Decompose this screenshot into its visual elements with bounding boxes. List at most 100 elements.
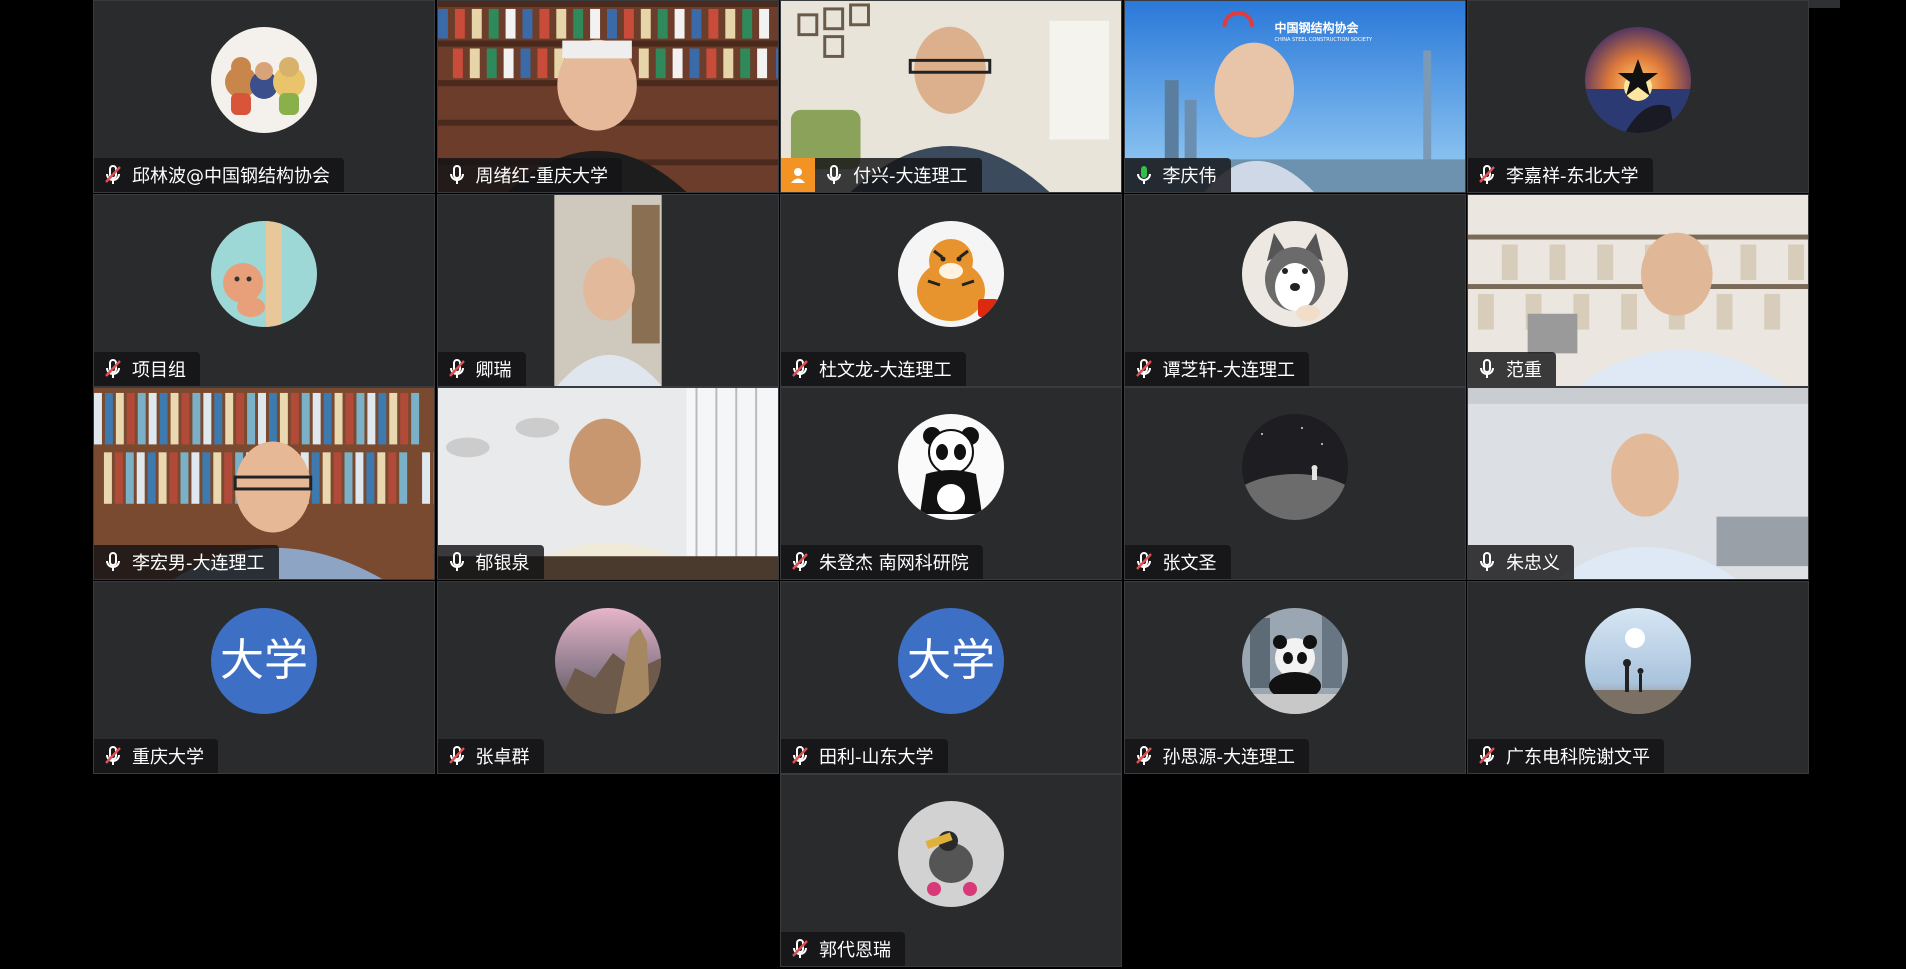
participant-tile[interactable]: 谭芝轩-大连理工 — [1123, 193, 1466, 387]
participant-nameplate: 广东电科院谢文平 — [1468, 738, 1664, 773]
participant-tile[interactable]: 项目组 — [93, 193, 435, 387]
participant-nameplate: 范重 — [1468, 351, 1556, 386]
mic-muted-icon — [102, 358, 124, 380]
banner-title: 中国钢结构协会 — [1274, 21, 1359, 35]
beach-avatar — [1585, 607, 1691, 714]
participant-name: 邱林波@中国钢结构协会 — [132, 166, 330, 187]
mic-muted-icon — [1133, 551, 1155, 573]
mic-muted-icon — [1476, 745, 1498, 767]
participant-name: 杜文龙-大连理工 — [819, 359, 952, 381]
participant-name: 朱登杰 南网科研院 — [819, 553, 969, 574]
participant-tile[interactable]: 大学重庆大学 — [93, 580, 435, 774]
participant-nameplate: 付兴-大连理工 — [815, 158, 982, 192]
participant-tile[interactable]: 杜文龙-大连理工 — [780, 193, 1122, 387]
participant-tile[interactable]: 朱忠义 — [1467, 387, 1809, 580]
moon-avatar — [1241, 414, 1348, 520]
mic-muted-icon — [789, 358, 811, 380]
participant-nameplate: 张文圣 — [1124, 545, 1231, 579]
participant-tile[interactable]: 周绪红-重庆大学 — [436, 0, 779, 193]
participant-name: 卿瑞 — [475, 359, 512, 381]
participant-nameplate: 李嘉祥-东北大学 — [1468, 158, 1653, 192]
participant-name: 田利-山东大学 — [819, 746, 934, 768]
scooter-avatar — [898, 801, 1004, 907]
participant-nameplate: 孙思源-大连理工 — [1124, 738, 1309, 773]
participant-grid: 邱林波@中国钢结构协会 周绪红-重庆大学 付兴-大连理工 中国钢结构协会 CHIN… — [93, 0, 1811, 969]
participant-tile[interactable]: 广东电科院谢文平 — [1467, 580, 1809, 774]
participant-tile[interactable]: 郭代恩瑞 — [780, 774, 1122, 967]
participant-tile[interactable]: 中国钢结构协会 CHINA STEEL CONSTRUCTION SOCIETY 李… — [1123, 0, 1466, 193]
participant-nameplate: 杜文龙-大连理工 — [781, 351, 966, 386]
participant-nameplate: 郁银泉 — [437, 545, 544, 579]
participant-nameplate: 张卓群 — [437, 738, 544, 773]
participant-nameplate: 朱登杰 南网科研院 — [781, 545, 983, 579]
mountain-avatar — [554, 607, 661, 714]
panda-avatar — [898, 414, 1004, 520]
mic-muted-icon — [1476, 164, 1498, 186]
participant-nameplate: 卿瑞 — [437, 351, 526, 386]
banner-subtitle: CHINA STEEL CONSTRUCTION SOCIETY — [1274, 37, 1373, 43]
participant-name: 重庆大学 — [132, 746, 204, 768]
participant-name: 李嘉祥-东北大学 — [1506, 166, 1639, 187]
participant-nameplate: 郭代恩瑞 — [781, 932, 905, 966]
participant-tile[interactable]: 大学田利-山东大学 — [780, 580, 1122, 774]
participant-nameplate: 项目组 — [94, 351, 200, 386]
participant-tile[interactable]: 张文圣 — [1123, 387, 1466, 580]
mic-icon — [823, 164, 845, 186]
mic-icon — [102, 551, 124, 573]
participant-name: 项目组 — [132, 359, 186, 381]
participant-tile[interactable]: 李宏男-大连理工 — [93, 387, 435, 580]
participant-tile[interactable]: 卿瑞 — [436, 193, 779, 387]
mic-muted-icon — [789, 745, 811, 767]
mic-icon — [1476, 358, 1498, 380]
participant-name: 张文圣 — [1162, 553, 1217, 574]
participant-nameplate: 田利-山东大学 — [781, 738, 948, 773]
mic-muted-icon — [1133, 358, 1155, 380]
participant-name: 广东电科院谢文平 — [1506, 746, 1650, 768]
participant-tile[interactable]: 张卓群 — [436, 580, 779, 774]
mic-icon — [1133, 164, 1155, 186]
mic-icon — [1476, 551, 1498, 573]
participant-nameplate: 朱忠义 — [1468, 545, 1574, 579]
cartoon-avatar — [211, 220, 317, 327]
mic-muted-icon — [446, 358, 468, 380]
participant-name: 朱忠义 — [1506, 553, 1560, 574]
mic-muted-icon — [446, 745, 468, 767]
participant-name: 李宏男-大连理工 — [132, 553, 265, 574]
participant-tile[interactable]: 邱林波@中国钢结构协会 — [93, 0, 435, 193]
mic-icon — [446, 164, 468, 186]
participant-tile[interactable]: 范重 — [1467, 193, 1809, 387]
participant-name: 李庆伟 — [1162, 166, 1217, 187]
participant-name: 周绪红-重庆大学 — [475, 166, 609, 187]
participant-nameplate: 谭芝轩-大连理工 — [1124, 351, 1309, 386]
participant-nameplate: 周绪红-重庆大学 — [437, 158, 622, 192]
participant-name: 付兴-大连理工 — [853, 166, 968, 187]
husky-avatar — [1241, 220, 1348, 327]
avatar-initials: 大学 — [898, 607, 1004, 714]
mic-icon — [446, 551, 468, 573]
tiger-avatar — [898, 220, 1004, 327]
mic-muted-icon — [789, 551, 811, 573]
mic-muted-icon — [1133, 745, 1155, 767]
participant-tile[interactable]: 付兴-大连理工 — [780, 0, 1122, 193]
participant-name: 谭芝轩-大连理工 — [1162, 359, 1296, 381]
host-icon — [781, 158, 815, 192]
participant-name: 孙思源-大连理工 — [1162, 746, 1296, 768]
teddy-bears-avatar — [211, 27, 317, 133]
participant-tile[interactable]: 李嘉祥-东北大学 — [1467, 0, 1809, 193]
sunset-avatar — [1585, 27, 1691, 133]
mic-muted-icon — [102, 745, 124, 767]
participant-name: 张卓群 — [475, 746, 530, 768]
participant-nameplate: 重庆大学 — [94, 738, 218, 773]
participant-name: 范重 — [1506, 359, 1542, 381]
mic-muted-icon — [789, 938, 811, 960]
participant-nameplate: 李宏男-大连理工 — [94, 545, 279, 579]
avatar-initials: 大学 — [211, 607, 317, 714]
participant-tile[interactable]: 朱登杰 南网科研院 — [780, 387, 1122, 580]
participant-nameplate: 李庆伟 — [1124, 158, 1231, 192]
participant-nameplate: 邱林波@中国钢结构协会 — [94, 158, 344, 192]
participant-name: 郁银泉 — [475, 553, 530, 574]
mic-muted-icon — [102, 164, 124, 186]
participant-tile[interactable]: 孙思源-大连理工 — [1123, 580, 1466, 774]
participant-tile[interactable]: 郁银泉 — [436, 387, 779, 580]
panda-statue-avatar — [1241, 607, 1348, 714]
